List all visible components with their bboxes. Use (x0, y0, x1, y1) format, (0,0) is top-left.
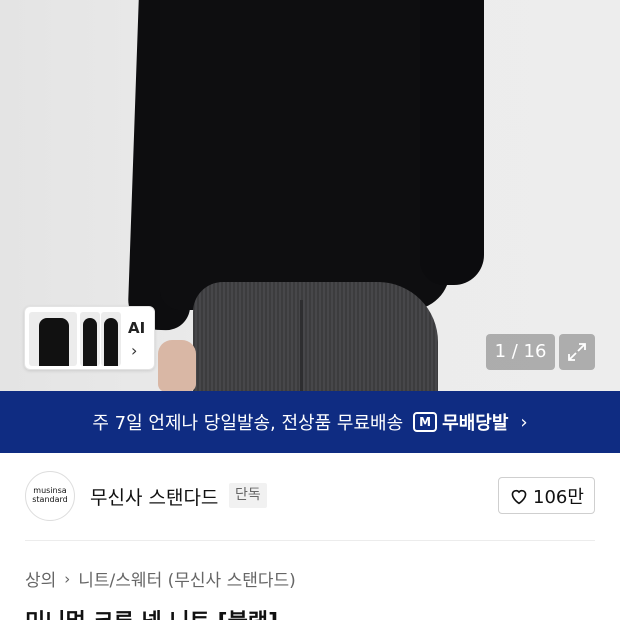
banner-text: 주 7일 언제나 당일발송, 전상품 무료배송 (92, 413, 404, 434)
chevron-right-icon: › (520, 411, 528, 433)
expand-button[interactable] (559, 334, 595, 370)
ai-thumb-3 (101, 312, 121, 366)
model-hand (158, 340, 196, 391)
like-button[interactable]: 106만 (498, 477, 595, 514)
model-sweater (160, 0, 450, 310)
heart-icon (511, 489, 527, 504)
brand-name[interactable]: 무신사 스탠다드 (90, 483, 218, 510)
free-shipping-logo: M 무배당발 (413, 409, 508, 435)
ai-label: AI (128, 319, 146, 337)
chevron-right-icon: › (131, 341, 138, 360)
free-shipping-label: 무배당발 (442, 413, 509, 434)
breadcrumb-subcategory[interactable]: 니트/스웨터 (무신사 스탠다드) (78, 566, 295, 591)
expand-icon (568, 343, 586, 361)
divider (25, 540, 595, 541)
model-pants (193, 282, 438, 391)
image-counter: 1 / 16 (486, 334, 555, 370)
breadcrumb-category[interactable]: 상의 (25, 566, 56, 591)
pants-fold (300, 300, 303, 391)
model-sleeve-right (420, 0, 484, 285)
ai-thumb-1 (29, 312, 77, 366)
like-count: 106만 (533, 486, 584, 508)
shipping-banner[interactable]: 주 7일 언제나 당일발송, 전상품 무료배송 M 무배당발 › (0, 391, 620, 453)
ai-similar-card[interactable]: AI › (24, 306, 155, 370)
chevron-right-icon: › (64, 569, 71, 588)
exclusive-badge: 단독 (229, 483, 267, 508)
ai-thumb-2 (80, 312, 100, 366)
brand-logo[interactable]: musinsa standard (25, 471, 75, 521)
truck-icon: M (413, 412, 438, 432)
breadcrumb: 상의 › 니트/스웨터 (무신사 스탠다드) (25, 566, 296, 592)
product-image[interactable]: AI › 1 / 16 (0, 0, 620, 391)
product-title: 미니멀 크루 넥 니트 [블랙] (25, 604, 278, 620)
